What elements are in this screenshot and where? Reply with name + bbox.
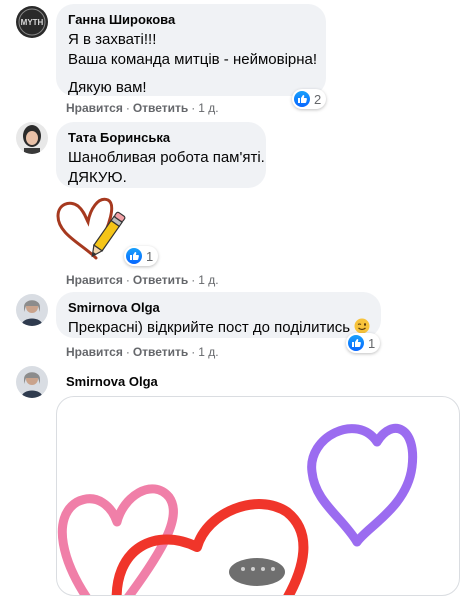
comment-bubble: Ганна Широкова Я в захваті!!! Ваша коман… — [56, 4, 326, 96]
comment-author[interactable]: Тата Боринська — [68, 130, 254, 146]
timestamp[interactable]: 1 д. — [198, 101, 218, 115]
avatar-logo-text: MYTH — [21, 18, 44, 27]
reaction-count-text: 1 — [368, 335, 376, 351]
comment-text-line: ДЯКУЮ. — [68, 169, 127, 186]
comment-text-line: Ваша команда митців - неймовірна! — [68, 51, 318, 68]
like-link[interactable]: Нравится — [66, 101, 123, 115]
avatar[interactable] — [16, 122, 48, 154]
reply-link[interactable]: Ответить — [133, 345, 188, 359]
like-reaction-icon — [348, 335, 364, 351]
avatar[interactable] — [16, 294, 48, 326]
comment-bubble: Smirnova Olga Прекрасні) відкрийте пост … — [56, 292, 381, 338]
reply-link[interactable]: Ответить — [133, 273, 188, 287]
comment-author[interactable]: Ганна Широкова — [68, 12, 314, 28]
like-reaction-icon — [294, 91, 310, 107]
like-link[interactable]: Нравится — [66, 273, 123, 287]
like-reaction-icon — [126, 248, 142, 264]
reply-link[interactable]: Ответить — [133, 101, 188, 115]
comment-bubble: Тата Боринська Шанобливая робота пам'яті… — [56, 122, 266, 188]
reaction-count[interactable]: 1 — [124, 246, 159, 266]
reaction-count[interactable]: 1 — [346, 333, 381, 353]
comment-author[interactable]: Smirnova Olga — [68, 300, 369, 316]
comment-actions: Нравится · Ответить · 1 д. — [66, 345, 219, 359]
comment-actions: Нравится · Ответить · 1 д. — [66, 101, 219, 115]
reaction-count-text: 1 — [146, 248, 154, 264]
comment-text-line: Я в захваті!!! — [68, 31, 157, 48]
avatar[interactable] — [16, 366, 48, 398]
timestamp[interactable]: 1 д. — [198, 345, 218, 359]
reaction-count-text: 2 — [314, 91, 322, 107]
avatar[interactable]: MYTH — [16, 6, 48, 38]
comment-text-line: Прекрасні) відкрийте пост до поділитись — [68, 318, 370, 340]
comment-author[interactable]: Smirnova Olga — [66, 374, 158, 390]
timestamp[interactable]: 1 д. — [198, 273, 218, 287]
comment-text-line: Дякую вам! — [68, 79, 147, 96]
comment-text-line: Шанобливая робота пам'яті. — [68, 149, 265, 166]
reaction-count[interactable]: 2 — [292, 89, 327, 109]
image-attachment[interactable] — [56, 396, 460, 596]
like-link[interactable]: Нравится — [66, 345, 123, 359]
hearts-image — [57, 423, 418, 595]
comment-actions: Нравится · Ответить · 1 д. — [66, 273, 219, 287]
